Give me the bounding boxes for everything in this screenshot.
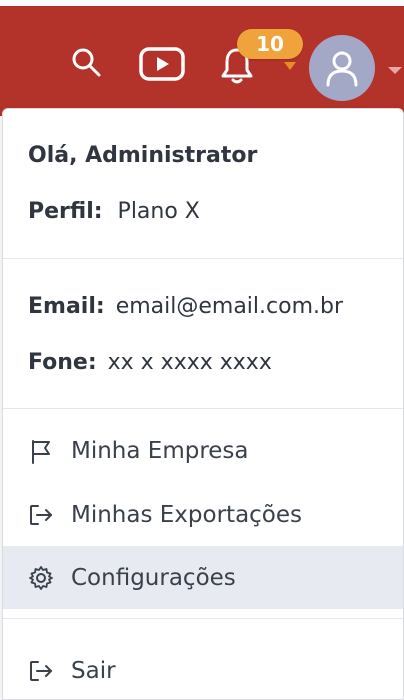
video-button[interactable] (136, 42, 188, 86)
search-button[interactable] (66, 42, 106, 82)
email-label: Email: (28, 294, 105, 319)
phone-line: Fone: xx x xxxx xxxx (28, 350, 272, 375)
phone-label: Fone: (28, 350, 97, 375)
menu-item-configuracoes[interactable]: Configurações (3, 546, 403, 609)
notification-count-badge: 10 (237, 29, 303, 59)
user-icon (326, 51, 358, 87)
profile-line: Perfil: Plano X (28, 199, 200, 224)
menu-item-minha-empresa[interactable]: Minha Empresa (3, 419, 403, 482)
menu-item-label: Configurações (71, 564, 236, 591)
menu-items-section: Minha Empresa Minhas Exportações Configu… (3, 409, 403, 619)
menu-item-label: Minhas Exportações (71, 501, 303, 528)
export-icon (27, 501, 55, 529)
user-info-section: Olá, Administrator Perfil: Plano X (3, 109, 403, 259)
logout-section: Sair (3, 619, 403, 699)
email-value: email@email.com.br (115, 294, 344, 319)
contact-section: Email: email@email.com.br Fone: xx x xxx… (3, 259, 403, 409)
menu-item-sair[interactable]: Sair (3, 639, 403, 699)
top-bar: 10 (0, 0, 404, 116)
logout-icon (27, 657, 55, 685)
play-video-icon (139, 47, 185, 81)
menu-item-label: Minha Empresa (71, 437, 249, 464)
menu-item-minhas-exportacoes[interactable]: Minhas Exportações (3, 483, 403, 546)
menu-item-label: Sair (71, 657, 116, 684)
gear-icon (27, 564, 55, 592)
profile-label: Perfil: (28, 199, 103, 224)
greeting-text: Olá, Administrator (28, 143, 258, 168)
profile-value: Plano X (117, 199, 200, 224)
user-dropdown-menu: Olá, Administrator Perfil: Plano X Email… (2, 108, 404, 700)
email-line: Email: email@email.com.br (28, 294, 343, 319)
notifications-caret-icon[interactable] (284, 62, 296, 70)
user-avatar[interactable] (309, 35, 375, 101)
user-menu-caret-icon[interactable] (388, 67, 402, 74)
phone-value: xx x xxxx xxxx (107, 350, 272, 375)
flag-icon (27, 437, 55, 465)
search-icon (72, 48, 101, 77)
